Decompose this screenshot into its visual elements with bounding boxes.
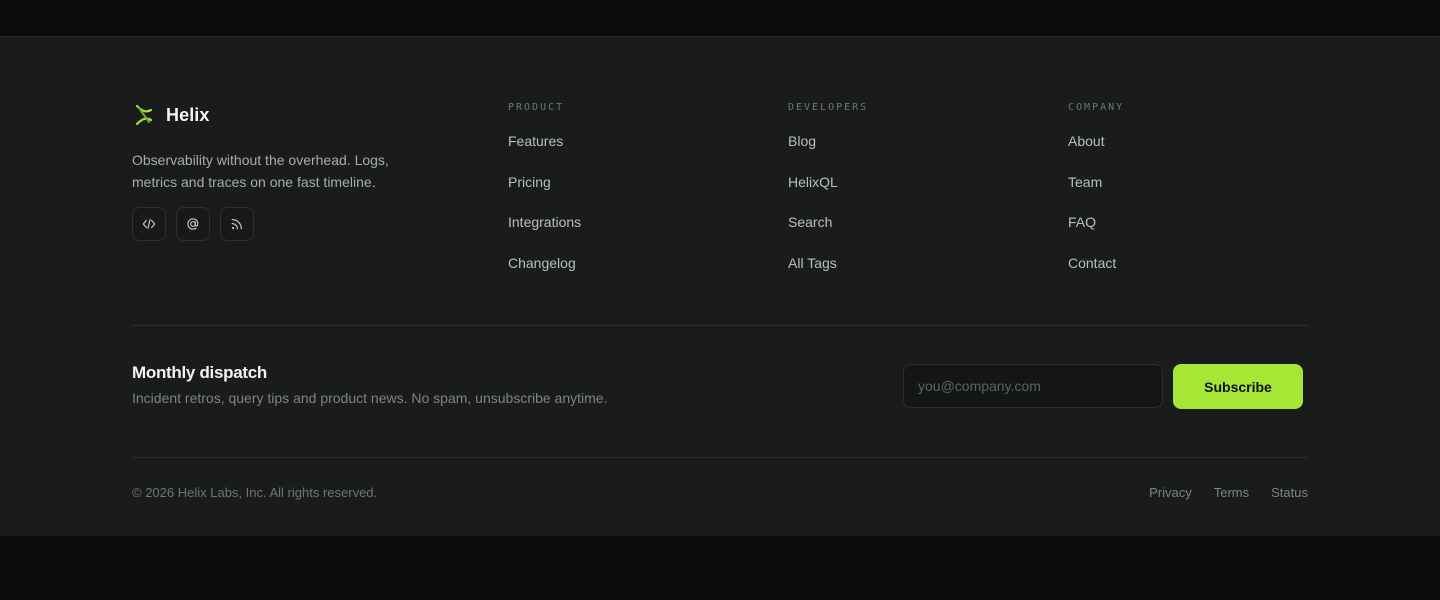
social-links — [132, 207, 254, 241]
footer-inner: Helix Observability without the overhead… — [132, 37, 1308, 536]
brand-link[interactable]: Helix — [132, 103, 210, 127]
footer-link-pricing[interactable]: Pricing — [508, 172, 551, 192]
legal-links: Privacy Terms Status — [1149, 485, 1308, 500]
footer-link-changelog[interactable]: Changelog — [508, 253, 576, 273]
column-title: PRODUCT — [508, 102, 565, 113]
footer-column-developers: DEVELOPERS Blog HelixQL Search All Tags — [788, 101, 868, 293]
newsletter-subtitle: Incident retros, query tips and product … — [132, 390, 608, 406]
social-email-button[interactable] — [176, 207, 210, 241]
footer-column-product: PRODUCT Features Pricing Integrations Ch… — [508, 101, 581, 293]
footer-link-features[interactable]: Features — [508, 131, 563, 151]
legal-link-terms[interactable]: Terms — [1214, 485, 1249, 500]
brand-name: Helix — [166, 104, 210, 125]
column-title: DEVELOPERS — [788, 102, 869, 113]
footer-link-helixql[interactable]: HelixQL — [788, 172, 838, 192]
footer-link-about[interactable]: About — [1068, 131, 1105, 151]
rss-icon — [231, 219, 242, 230]
site-footer: Helix Observability without the overhead… — [0, 36, 1440, 536]
newsletter-title: Monthly dispatch — [132, 363, 267, 382]
helix-logo-icon — [135, 104, 153, 126]
footer-link-blog[interactable]: Blog — [788, 131, 816, 151]
footer-link-integrations[interactable]: Integrations — [508, 212, 581, 232]
social-code-button[interactable] — [132, 207, 166, 241]
legal-link-privacy[interactable]: Privacy — [1149, 485, 1192, 500]
newsletter-email-input[interactable] — [903, 364, 1163, 408]
footer-link-faq[interactable]: FAQ — [1068, 212, 1096, 232]
footer-link-team[interactable]: Team — [1068, 172, 1102, 192]
footer-divider — [132, 325, 1308, 326]
copyright-text: © 2026 Helix Labs, Inc. All rights reser… — [132, 485, 378, 500]
legal-link-status[interactable]: Status — [1271, 485, 1308, 500]
footer-link-contact[interactable]: Contact — [1068, 253, 1116, 273]
footer-divider — [132, 457, 1308, 458]
at-sign-icon — [187, 218, 199, 230]
footer-link-all-tags[interactable]: All Tags — [788, 253, 837, 273]
code-icon — [142, 219, 156, 229]
column-title: COMPANY — [1068, 102, 1125, 113]
footer-column-company: COMPANY About Team FAQ Contact — [1068, 101, 1124, 293]
brand-tagline: Observability without the overhead. Logs… — [132, 152, 389, 190]
footer-link-search[interactable]: Search — [788, 212, 832, 232]
subscribe-button[interactable]: Subscribe — [1173, 364, 1303, 409]
social-rss-button[interactable] — [220, 207, 254, 241]
